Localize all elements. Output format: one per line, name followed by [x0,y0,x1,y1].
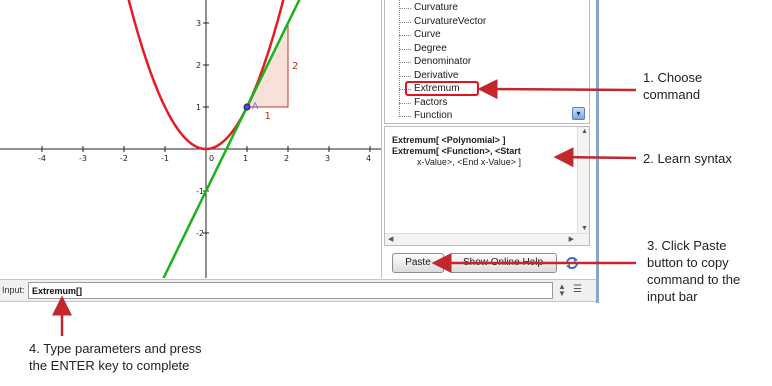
syntax-panel: Extremum[ <Polynomial> ] Extremum[ <Func… [384,126,590,246]
syntax-line-1: Extremum[ <Polynomial> ] [392,135,506,145]
x-tick-label: -2 [120,154,128,163]
tree-branch-line [399,8,411,9]
tree-guide-line [399,0,400,117]
x-tick-label: 0 [209,154,214,163]
y-tick-label: -2 [196,229,204,238]
y-tick-label: 1 [196,103,201,112]
tree-branch-line [399,21,411,23]
scroll-left-arrow-icon[interactable]: ◀ [388,235,393,243]
command-item-function[interactable]: Function [414,110,452,121]
tree-branch-line [399,75,411,77]
show-online-help-button[interactable]: Show Online Help [449,253,557,273]
tree-branch-line [399,102,411,104]
command-item-factors[interactable]: Factors [414,97,447,108]
command-item-curve[interactable]: Curve [414,29,441,40]
annotation-step-2: 2. Learn syntax [643,151,732,166]
syntax-horizontal-scrollbar[interactable]: ◀ ▶ [385,233,589,245]
tree-branch-line [399,62,411,63]
scroll-down-arrow-icon[interactable]: ▼ [581,225,588,232]
x-tick-label: 4 [366,154,371,163]
x-tick-label: -3 [79,154,87,163]
command-item-curvaturevector[interactable]: CurvatureVector [414,16,486,27]
command-item-curvature[interactable]: Curvature [414,2,458,13]
command-item-denominator[interactable]: Denominator [414,56,471,67]
syntax-line-3: x-Value>, <End x-Value> ] [392,157,521,167]
x-tick-label: -4 [38,154,46,163]
y-tick-label: -1 [196,187,204,196]
x-tick-label: 3 [325,154,330,163]
command-list[interactable]: Curvature CurvatureVector Curve Degree Denom… [384,0,590,124]
slope-rise-label: 2 [292,61,298,72]
window-edge [596,0,599,303]
tree-branch-line [399,116,411,117]
annotation-step-3: 3. Click Paste button to copy command to… [647,238,741,304]
annotation-step-1: 1. Choose command [643,70,703,102]
graph-canvas[interactable]: -4 -3 -2 -1 0 1 2 3 4321-1-2A12 [0,0,382,278]
paste-button[interactable]: Paste [392,253,444,273]
y-tick-label: 3 [196,19,201,28]
selected-command-highlight [405,81,479,96]
tree-branch-line [399,48,411,50]
refresh-icon[interactable] [564,255,580,271]
syntax-line-2: Extremum[ <Function>, <Start [392,146,521,156]
annotation-step-4: 4. Type parameters and press the ENTER k… [29,341,202,373]
syntax-vertical-scrollbar[interactable]: ▲ ▼ [577,127,589,233]
history-stepper-icon[interactable]: ▲ ▼ [558,283,566,298]
syntax-text: Extremum[ <Polynomial> ] Extremum[ <Func… [392,135,521,168]
point-a-label: A [252,102,259,112]
y-tick-label: 2 [196,61,201,70]
scroll-right-arrow-icon[interactable]: ▶ [569,235,574,243]
slope-run-label: 1 [265,111,271,122]
point-a[interactable] [243,103,251,111]
command-item-degree[interactable]: Degree [414,43,447,54]
input-label: Input: [2,285,25,295]
scroll-up-arrow-icon[interactable]: ▲ [581,128,588,135]
x-tick-label: 2 [284,154,289,163]
input-field[interactable] [28,282,553,299]
graphics-view[interactable]: -4 -3 -2 -1 0 1 2 3 4 3 2 1 -1 -2 A 1 2 [0,0,382,278]
input-help-icon[interactable]: ☰ [573,284,582,295]
x-tick-label: 1 [243,154,248,163]
x-tick-label: -1 [161,154,169,163]
input-bar: Input: ▲▼ ☰ [0,279,596,302]
command-item-derivative[interactable]: Derivative [414,70,458,81]
scroll-down-icon[interactable]: ▾ [572,107,585,120]
tree-branch-line [399,35,411,36]
